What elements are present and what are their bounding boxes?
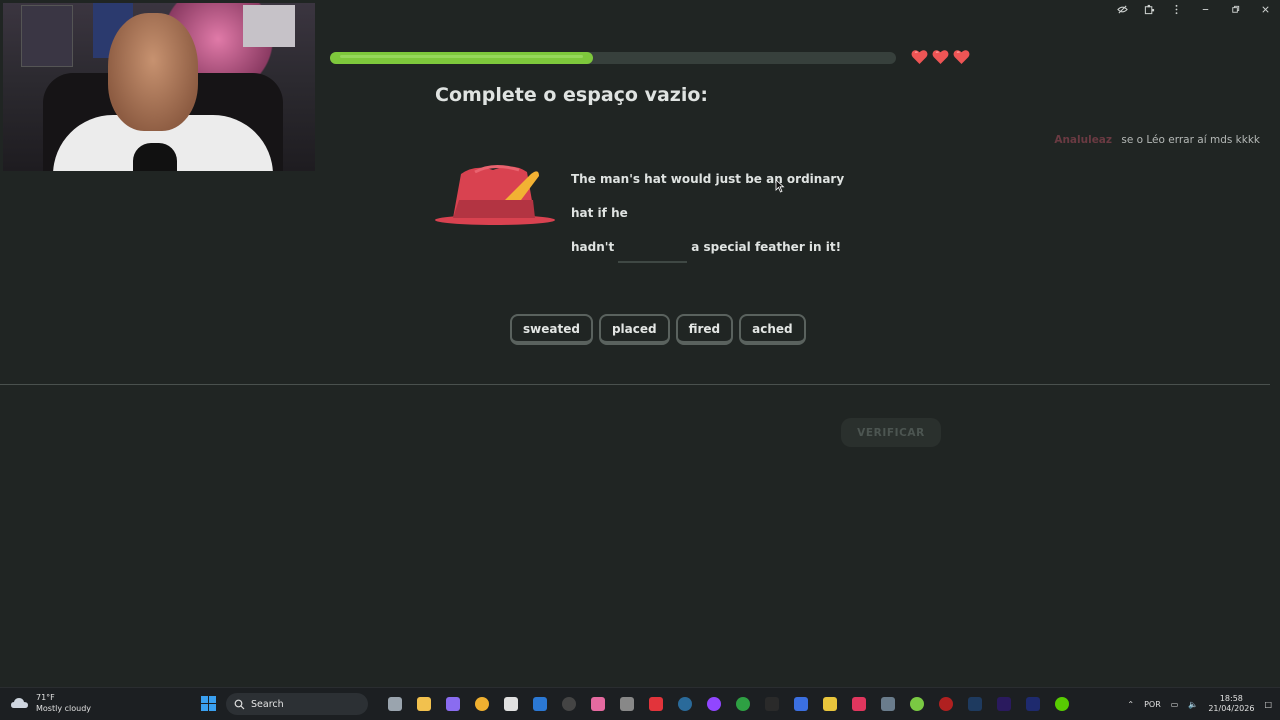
microphone (133, 143, 177, 171)
premiere-icon[interactable] (989, 694, 1018, 714)
clock-date: 21/04/2026 (1208, 704, 1255, 713)
heart-icon (953, 49, 970, 65)
app-icon[interactable] (902, 694, 931, 714)
language-indicator[interactable]: POR (1144, 700, 1161, 709)
option-fired[interactable]: fired (675, 314, 734, 345)
option-placed[interactable]: placed (598, 314, 670, 345)
lesson-progress-bar (330, 52, 896, 64)
footer-divider (0, 384, 1270, 385)
app-icon[interactable] (873, 694, 902, 714)
sentence-line1: The man's hat would just be an ordinary … (571, 172, 845, 220)
page-title: Complete o espaço vazio: (435, 84, 709, 106)
steam-icon[interactable] (670, 694, 699, 714)
weather-desc: Mostly cloudy (36, 704, 91, 713)
app-icon[interactable] (786, 694, 815, 714)
streamer-face (108, 13, 198, 131)
heart-icon (932, 49, 949, 65)
extension-icon[interactable] (1136, 0, 1163, 18)
chat-message: Analuleaz se o Léo errar aí mds kkkk (1054, 134, 1260, 146)
more-icon[interactable] (1163, 0, 1190, 18)
progress-fill (330, 52, 594, 64)
weather-widget[interactable]: 71°F Mostly cloudy (10, 692, 91, 714)
search-icon (234, 699, 245, 709)
minimize-icon[interactable] (1190, 0, 1220, 18)
epic-games-icon[interactable] (757, 694, 786, 714)
option-ached[interactable]: ached (739, 314, 806, 345)
browser-icon[interactable] (583, 694, 612, 714)
hat-icon (435, 165, 555, 225)
taskbar-apps (380, 694, 1076, 714)
duolingo-icon[interactable] (1047, 694, 1076, 714)
verify-button[interactable]: VERIFICAR (841, 418, 941, 447)
chat-text: se o Léo errar aí mds kkkk (1121, 134, 1260, 146)
xbox-icon[interactable] (728, 694, 757, 714)
app-icon[interactable] (815, 694, 844, 714)
outlook-icon[interactable] (525, 694, 554, 714)
photoshop-icon[interactable] (960, 694, 989, 714)
volume-icon[interactable]: 🔈 (1188, 700, 1198, 709)
weather-temp: 71°F (36, 693, 55, 702)
word-bank: sweated placed fired ached (510, 314, 806, 345)
system-tray: ⌃ POR ▭ 🔈 18:58 21/04/2026 □ (1127, 688, 1280, 720)
sentence-before-blank: hadn't (571, 240, 615, 254)
clock[interactable]: 18:58 21/04/2026 (1208, 694, 1254, 714)
clock-time: 18:58 (1219, 694, 1243, 703)
wall-poster (21, 5, 73, 67)
sentence-after-blank: a special feather in it! (691, 240, 842, 254)
heart-icon (911, 49, 928, 65)
store-icon[interactable] (496, 694, 525, 714)
answer-blank[interactable] (618, 239, 688, 263)
cloud-icon (11, 698, 28, 708)
network-icon[interactable]: ▭ (1171, 700, 1179, 709)
media-encoder-icon[interactable] (1018, 694, 1047, 714)
sentence: The man's hat would just be an ordinary … (571, 162, 861, 264)
eye-off-icon[interactable] (1109, 0, 1136, 18)
adobe-icon[interactable] (641, 694, 670, 714)
chat-username: Analuleaz (1054, 134, 1113, 146)
mouse-cursor-icon (775, 179, 785, 193)
chrome-icon[interactable] (467, 694, 496, 714)
close-icon[interactable] (1250, 0, 1280, 18)
file-explorer-icon[interactable] (409, 694, 438, 714)
wall-poster (243, 5, 295, 47)
task-view-icon[interactable] (380, 694, 409, 714)
window-controls (1109, 0, 1280, 18)
obs-icon[interactable] (554, 694, 583, 714)
app-icon[interactable] (931, 694, 960, 714)
taskbar-search[interactable]: Search (226, 693, 368, 715)
app-icon[interactable] (612, 694, 641, 714)
option-sweated[interactable]: sweated (510, 314, 593, 345)
restore-icon[interactable] (1220, 0, 1250, 18)
copilot-icon[interactable] (438, 694, 467, 714)
search-label: Search (251, 698, 284, 710)
windows-start-icon[interactable] (201, 696, 216, 711)
notification-icon[interactable]: □ (1264, 700, 1272, 709)
webcam-overlay (3, 3, 315, 171)
taskbar: 71°F Mostly cloudy Search ⌃ POR ▭ 🔈 18:5… (0, 687, 1280, 720)
app-icon[interactable] (844, 694, 873, 714)
hearts (911, 49, 970, 65)
twitch-icon[interactable] (699, 694, 728, 714)
chevron-up-icon[interactable]: ⌃ (1127, 700, 1134, 709)
